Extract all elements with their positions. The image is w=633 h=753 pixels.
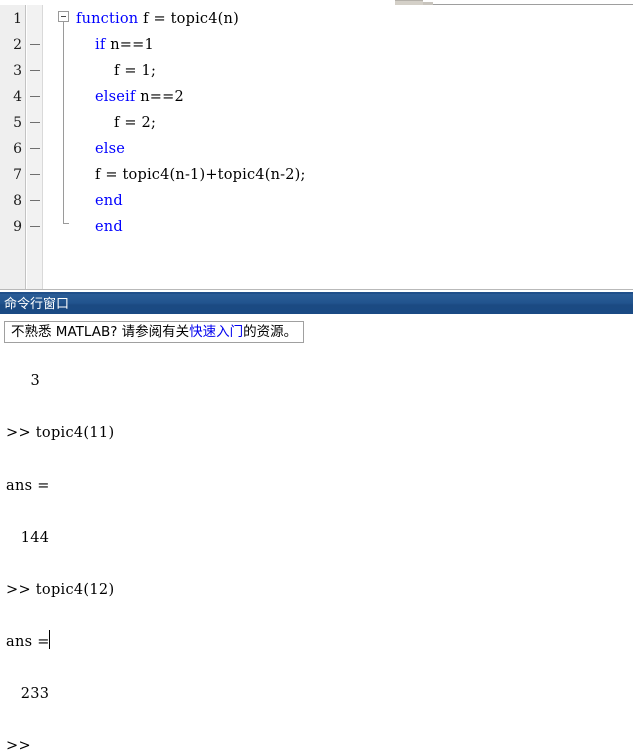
code-keyword: end: [95, 193, 123, 209]
code-keyword: if: [95, 37, 106, 53]
code-line-text: f = 2;: [114, 110, 156, 136]
code-line[interactable]: 6 else: [0, 136, 633, 162]
line-number: 8: [13, 193, 22, 209]
code-token: f = 1;: [114, 63, 157, 79]
executable-line-marker: [30, 148, 40, 149]
code-line-text: function f = topic4(n): [76, 6, 239, 32]
code-line-text: end: [95, 214, 123, 240]
executable-line-marker: [30, 70, 40, 71]
code-fold-foot: [63, 223, 69, 224]
code-keyword: else: [95, 141, 126, 157]
command-output-line: 233: [6, 686, 50, 702]
executable-line-marker: [30, 96, 40, 97]
code-line[interactable]: 8 end: [0, 188, 633, 214]
executable-line-marker: [30, 226, 40, 227]
code-line-text: if n==1: [95, 32, 154, 58]
code-line[interactable]: 4 elseif n==2: [0, 84, 633, 110]
code-fold-rail: [63, 22, 64, 223]
code-token: n==2: [135, 89, 184, 105]
command-window-body[interactable]: 不熟悉 MATLAB? 请参阅有关快速入门的资源。 3 >> topic4(11)…: [0, 314, 633, 753]
code-line[interactable]: 3 f = 1;: [0, 58, 633, 84]
line-number: 5: [13, 115, 22, 131]
code-line-text: else: [95, 136, 125, 162]
code-line[interactable]: 5 f = 2;: [0, 110, 633, 136]
line-number: 7: [13, 167, 22, 183]
code-line-text: end: [95, 188, 123, 214]
code-keyword: end: [95, 219, 123, 235]
code-line-text: f = 1;: [114, 58, 156, 84]
command-output-line: ans =: [6, 478, 50, 494]
line-number: 3: [13, 63, 22, 79]
line-number: 2: [13, 37, 22, 53]
executable-line-marker: [30, 44, 40, 45]
command-output-line: >> topic4(12): [6, 582, 115, 598]
command-window-titlebar[interactable]: 命令行窗口: [0, 292, 633, 314]
code-token: f = topic4(n): [138, 11, 239, 27]
code-token: f = topic4(n-1)+topic4(n-2);: [95, 167, 306, 183]
getting-started-link[interactable]: 快速入门: [189, 324, 243, 340]
matlab-window: 1 function f = topic4(n) 2 if n==1 3 f = 1; 4 e…: [0, 0, 633, 753]
code-line[interactable]: 2 if n==1: [0, 32, 633, 58]
code-keyword: elseif: [95, 89, 136, 105]
line-number: 6: [13, 141, 22, 157]
command-output-line: 144: [6, 530, 50, 546]
command-output-line: >> topic4(11): [6, 425, 115, 441]
code-editor-pane[interactable]: 1 function f = topic4(n) 2 if n==1 3 f = 1; 4 e…: [0, 5, 633, 290]
command-output-line: 3: [6, 373, 41, 389]
line-number: 4: [13, 89, 22, 105]
command-output-line: >>: [6, 738, 31, 753]
code-keyword: function: [76, 11, 139, 27]
info-bar-text-after: 的资源。: [243, 324, 298, 340]
code-line[interactable]: 1 function f = topic4(n): [0, 6, 633, 32]
executable-line-marker: [30, 122, 40, 123]
line-number: 1: [13, 11, 22, 27]
code-token: n==1: [105, 37, 154, 53]
executable-line-marker: [30, 174, 40, 175]
info-bar-text-before: 不熟悉 MATLAB? 请参阅有关: [11, 324, 190, 340]
command-window-title-label: 命令行窗口: [4, 297, 70, 312]
code-line[interactable]: 7 f = topic4(n-1)+topic4(n-2);: [0, 162, 633, 188]
executable-line-marker: [30, 200, 40, 201]
code-fold-minus-icon[interactable]: [58, 11, 69, 22]
line-number: 9: [13, 219, 22, 235]
code-line[interactable]: 9 end: [0, 214, 633, 240]
code-token: f = 2;: [114, 115, 157, 131]
command-output-line: ans =: [6, 634, 50, 650]
code-line-text: f = topic4(n-1)+topic4(n-2);: [95, 162, 306, 188]
getting-started-info-bar: 不熟悉 MATLAB? 请参阅有关快速入门的资源。: [4, 321, 305, 343]
code-line-text: elseif n==2: [95, 84, 184, 110]
text-cursor: [49, 630, 50, 649]
